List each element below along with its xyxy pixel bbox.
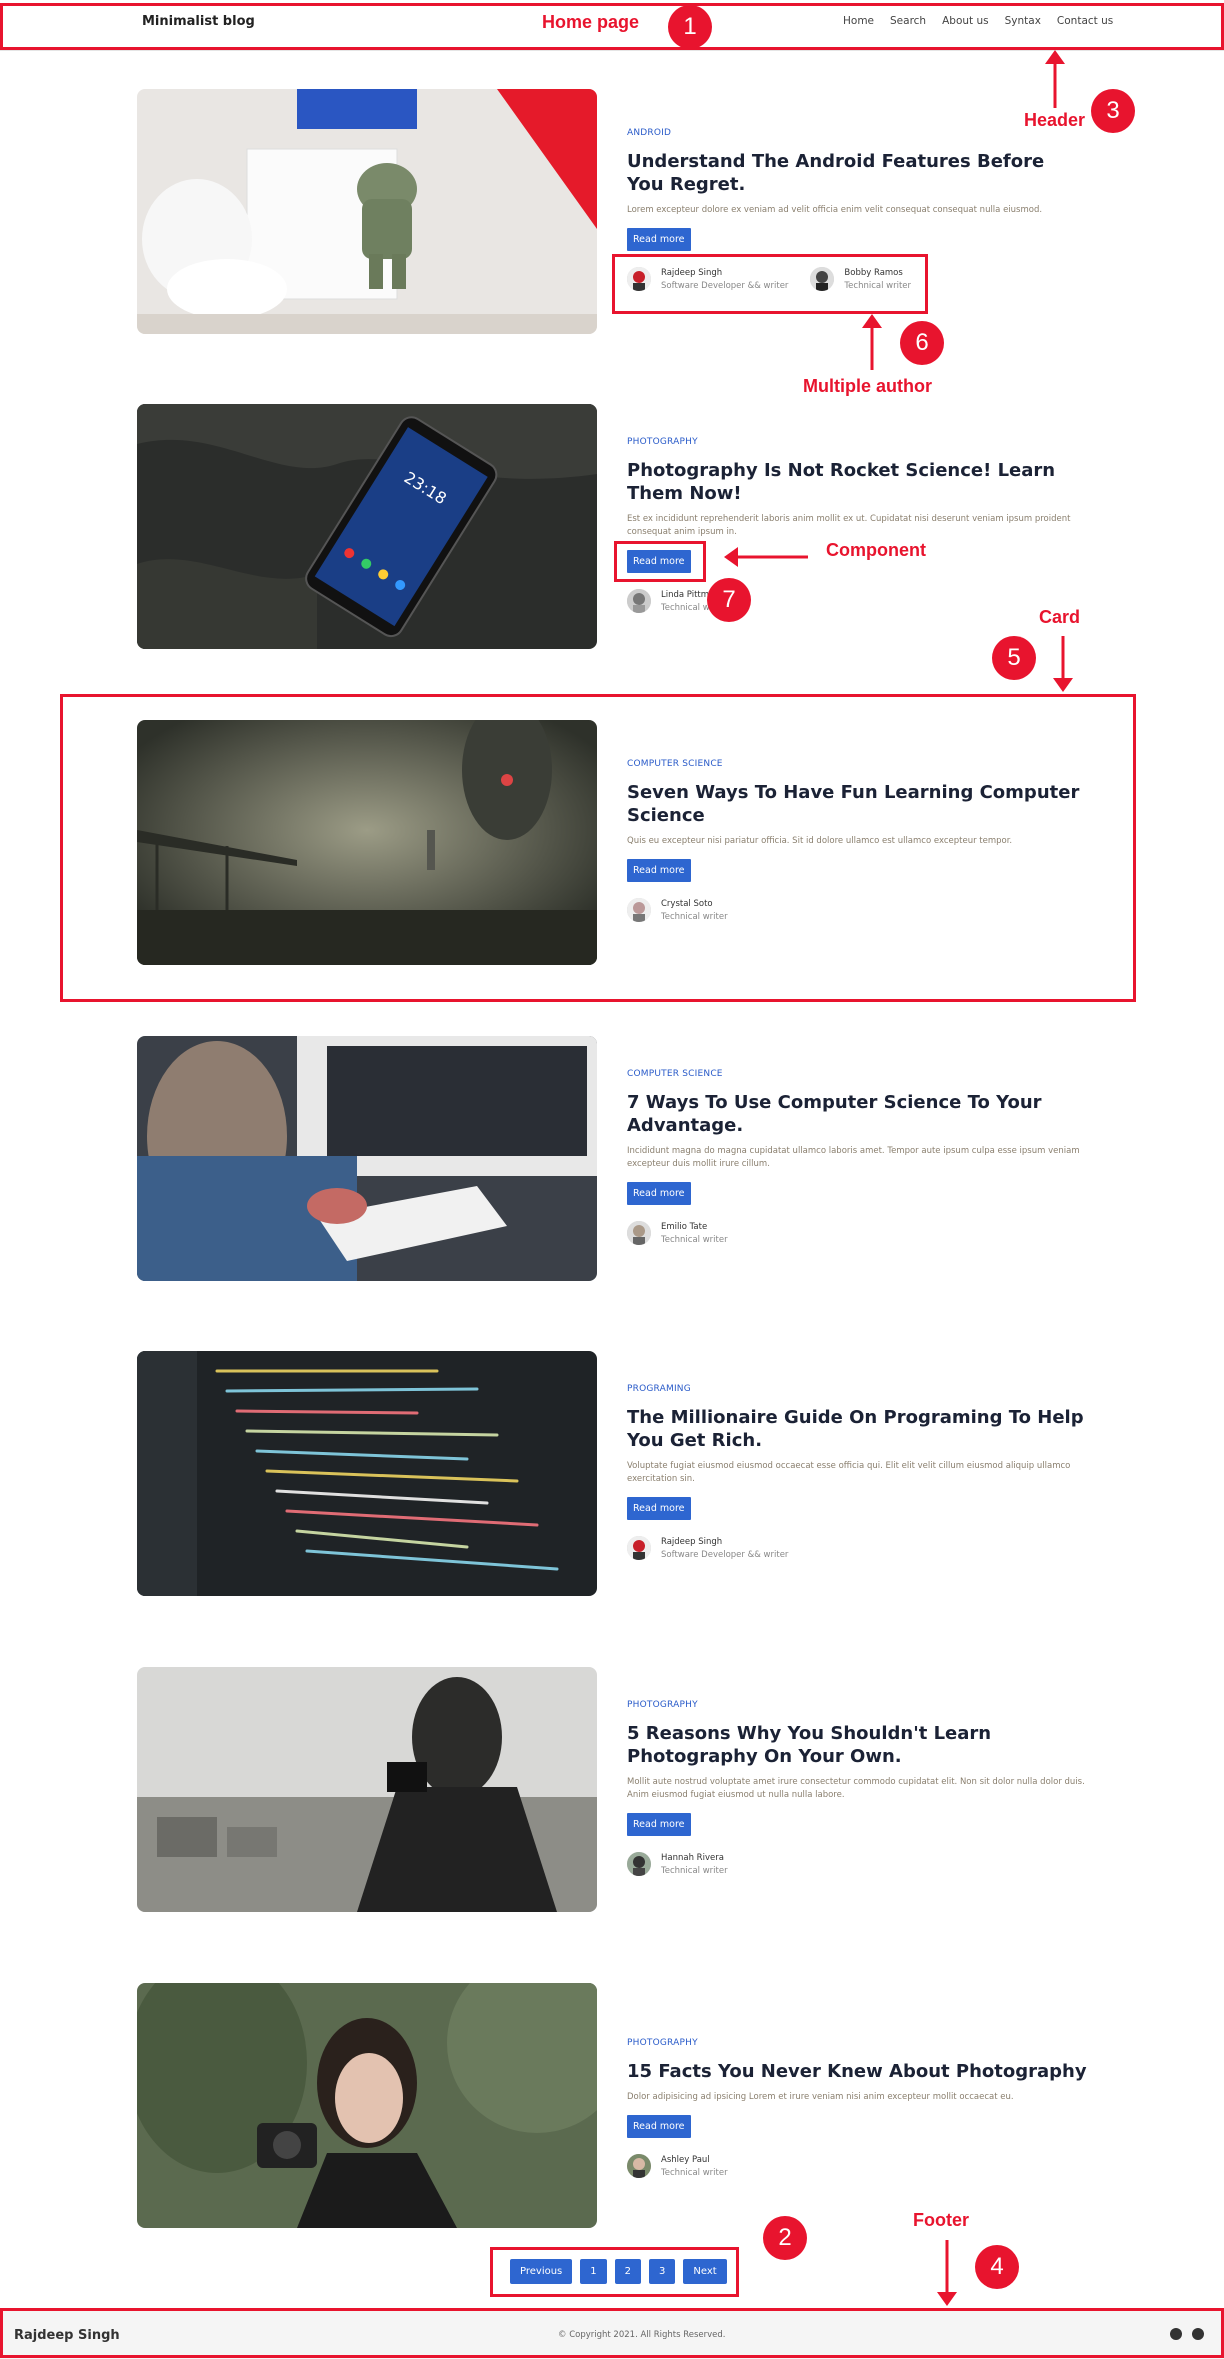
- post-card: Programing The Millionaire Guide On Prog…: [137, 1351, 1087, 1596]
- annotation-number: 5: [992, 636, 1036, 680]
- post-category[interactable]: Programing: [627, 1384, 1087, 1394]
- author[interactable]: Hannah Rivera Technical writer: [627, 1852, 728, 1876]
- post-thumbnail[interactable]: [137, 1983, 597, 2228]
- annotation-home-page: Home page: [542, 12, 640, 32]
- post-body: Computer science 7 Ways To Use Computer …: [627, 1036, 1087, 1245]
- author-role: Technical writer: [661, 1865, 728, 1876]
- post-thumbnail[interactable]: [137, 1667, 597, 1912]
- annotation-box-authors: [612, 254, 928, 314]
- post-card: 23:18 Photography Photography Is Not Roc…: [137, 404, 1087, 649]
- read-more-button[interactable]: Read more: [627, 2115, 691, 2138]
- post-excerpt: Est ex incididunt reprehenderit laboris …: [627, 514, 1071, 537]
- post-excerpt: Dolor adipisicing ad ipsicing Lorem et i…: [627, 2092, 1014, 2102]
- annotation-header: Header: [1024, 110, 1086, 130]
- post-title[interactable]: Photography Is Not Rocket Science! Learn…: [627, 459, 1087, 505]
- post-title[interactable]: Understand The Android Features Before Y…: [627, 150, 1087, 196]
- annotation-number: 1: [668, 5, 712, 49]
- post-thumbnail[interactable]: [137, 1036, 597, 1281]
- annotation-number: 3: [1091, 89, 1135, 133]
- annotation-arrow: [862, 314, 882, 370]
- annotation-footer: Footer: [913, 2210, 969, 2230]
- post-card: Photography 15 Facts You Never Knew Abou…: [137, 1983, 1087, 2228]
- avatar: [627, 2154, 651, 2178]
- post-body: Photography 5 Reasons Why You Shouldn't …: [627, 1667, 1087, 1876]
- annotation-arrow: [937, 2240, 957, 2306]
- post-card: Photography 5 Reasons Why You Shouldn't …: [137, 1667, 1087, 1912]
- annotation-arrow: [1053, 636, 1073, 692]
- annotation-number: 4: [975, 2245, 1019, 2289]
- annotation-multiple-author: Multiple author: [803, 376, 932, 396]
- annotation-number: 2: [763, 2216, 807, 2260]
- author[interactable]: Ashley Paul Technical writer: [627, 2154, 728, 2178]
- annotation-box-pagination: [490, 2247, 739, 2297]
- post-category[interactable]: Computer science: [627, 1069, 1087, 1079]
- author-name: Ashley Paul: [661, 2154, 710, 2165]
- avatar: [627, 1221, 651, 1245]
- post-title[interactable]: 15 Facts You Never Knew About Photograph…: [627, 2060, 1087, 2083]
- author-list: Emilio Tate Technical writer: [627, 1221, 1087, 1245]
- read-more-button[interactable]: Read more: [627, 1497, 691, 1520]
- author-list: Rajdeep Singh Software Developer && writ…: [627, 1536, 1087, 1560]
- read-more-button[interactable]: Read more: [627, 228, 691, 251]
- post-thumbnail[interactable]: [137, 1351, 597, 1596]
- annotation-component: Component: [826, 540, 926, 560]
- annotation-box-card: [60, 694, 1136, 1002]
- post-title[interactable]: 7 Ways To Use Computer Science To Your A…: [627, 1091, 1087, 1137]
- post-title[interactable]: 5 Reasons Why You Shouldn't Learn Photog…: [627, 1722, 1087, 1768]
- post-category[interactable]: Photography: [627, 1700, 1087, 1710]
- post-thumbnail[interactable]: [137, 89, 597, 334]
- post-thumbnail[interactable]: 23:18: [137, 404, 597, 649]
- post-body: Programing The Millionaire Guide On Prog…: [627, 1351, 1087, 1560]
- author-role: Technical writer: [661, 1234, 728, 1245]
- author-list: Hannah Rivera Technical writer: [627, 1852, 1087, 1876]
- author[interactable]: Emilio Tate Technical writer: [627, 1221, 728, 1245]
- post-excerpt: Voluptate fugiat eiusmod eiusmod occaeca…: [627, 1461, 1071, 1484]
- author-role: Software Developer && writer: [661, 1549, 789, 1560]
- author-list: Linda Pittman Technical writer: [627, 589, 1087, 613]
- post-body: Photography 15 Facts You Never Knew Abou…: [627, 1983, 1087, 2178]
- annotation-number: 6: [900, 321, 944, 365]
- author[interactable]: Rajdeep Singh Software Developer && writ…: [627, 1536, 788, 1560]
- post-excerpt: Incididunt magna do magna cupidatat ulla…: [627, 1146, 1080, 1169]
- post-category[interactable]: Photography: [627, 437, 1087, 447]
- post-category[interactable]: Android: [627, 128, 1087, 138]
- author-name: Rajdeep Singh: [661, 1536, 723, 1547]
- annotation-card: Card: [1039, 607, 1081, 627]
- avatar: [627, 1536, 651, 1560]
- author-role: Technical writer: [661, 2167, 728, 2178]
- annotation-number: 7: [707, 578, 751, 622]
- post-card: Computer science 7 Ways To Use Computer …: [137, 1036, 1087, 1281]
- post-excerpt: Lorem excepteur dolore ex veniam ad veli…: [627, 205, 1043, 215]
- author-name: Emilio Tate: [661, 1221, 708, 1232]
- post-category[interactable]: Photography: [627, 2038, 1087, 2048]
- read-more-button[interactable]: Read more: [627, 1813, 691, 1836]
- author-name: Hannah Rivera: [661, 1852, 724, 1863]
- read-more-button[interactable]: Read more: [627, 1182, 691, 1205]
- avatar: [627, 1852, 651, 1876]
- annotation-arrow: [1045, 50, 1065, 108]
- annotation-box-footer: [0, 2308, 1224, 2358]
- avatar: [627, 589, 651, 613]
- author-list: Ashley Paul Technical writer: [627, 2154, 1087, 2178]
- annotation-arrow: [724, 547, 808, 567]
- post-excerpt: Mollit aute nostrud voluptate amet irure…: [627, 1777, 1085, 1800]
- annotation-box-component: [614, 541, 706, 582]
- post-title[interactable]: The Millionaire Guide On Programing To H…: [627, 1406, 1087, 1452]
